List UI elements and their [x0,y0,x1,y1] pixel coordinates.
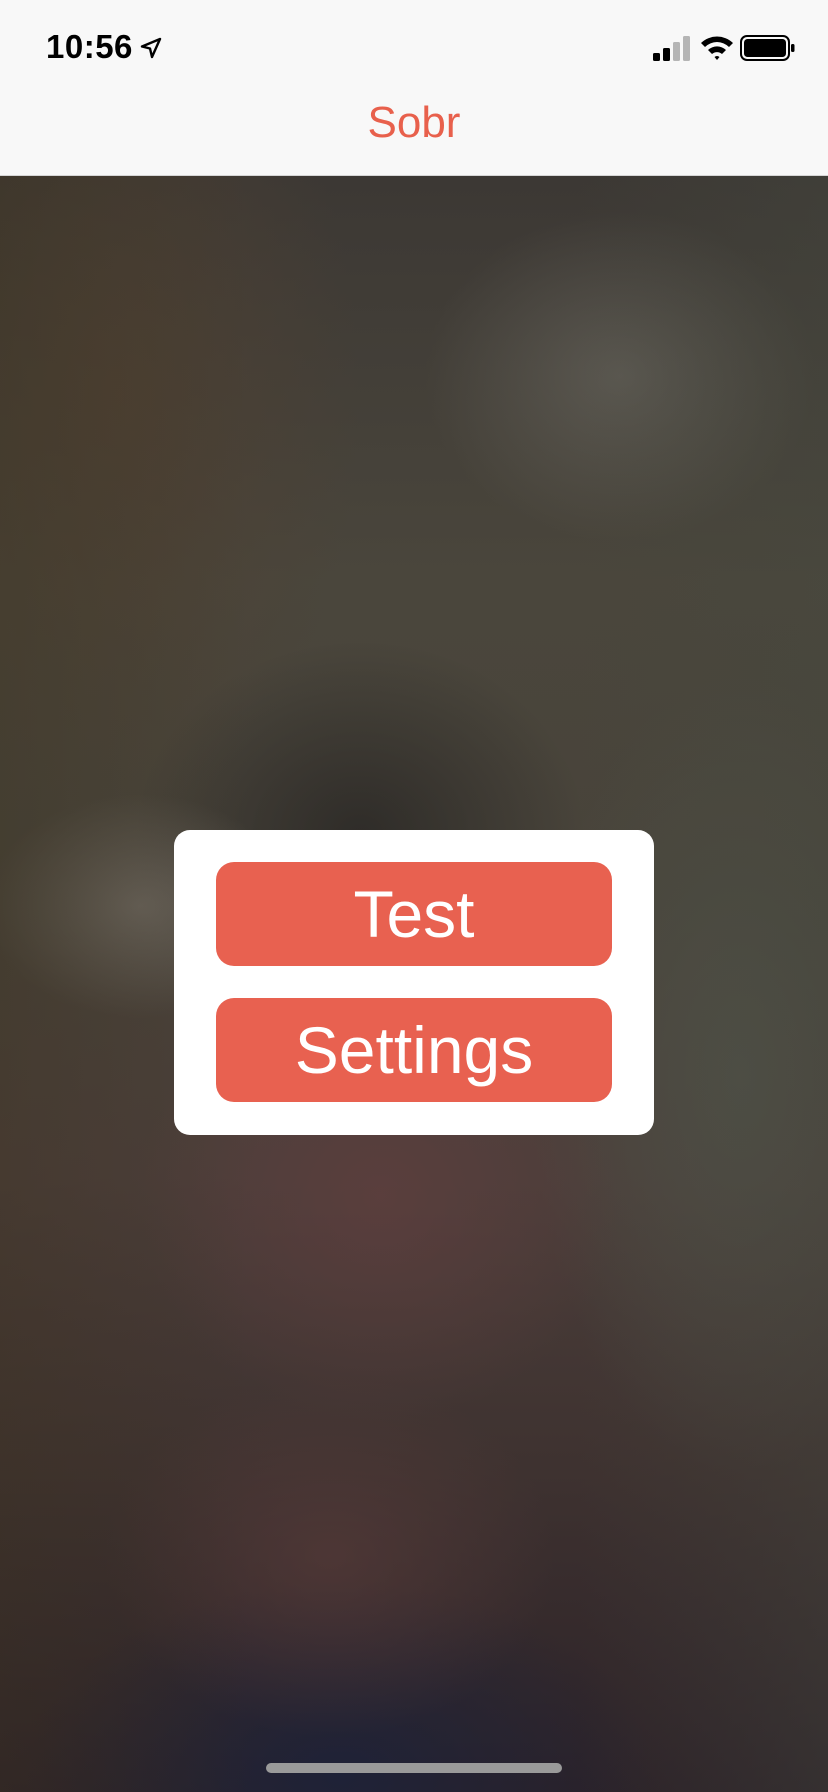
app-title: Sobr [367,98,461,147]
test-button[interactable]: Test [216,862,612,966]
wifi-icon [701,36,733,60]
location-arrow-icon [140,37,162,59]
app-screen: 10:56 Sobr Test Settings [0,0,828,1792]
menu-card: Test Settings [174,830,654,1135]
cellular-signal-icon [653,36,690,61]
home-indicator[interactable] [266,1763,562,1773]
status-time: 10:56 [46,28,133,65]
navigation-bar: 10:56 Sobr [0,0,828,176]
battery-icon [740,35,795,61]
settings-button[interactable]: Settings [216,998,612,1102]
